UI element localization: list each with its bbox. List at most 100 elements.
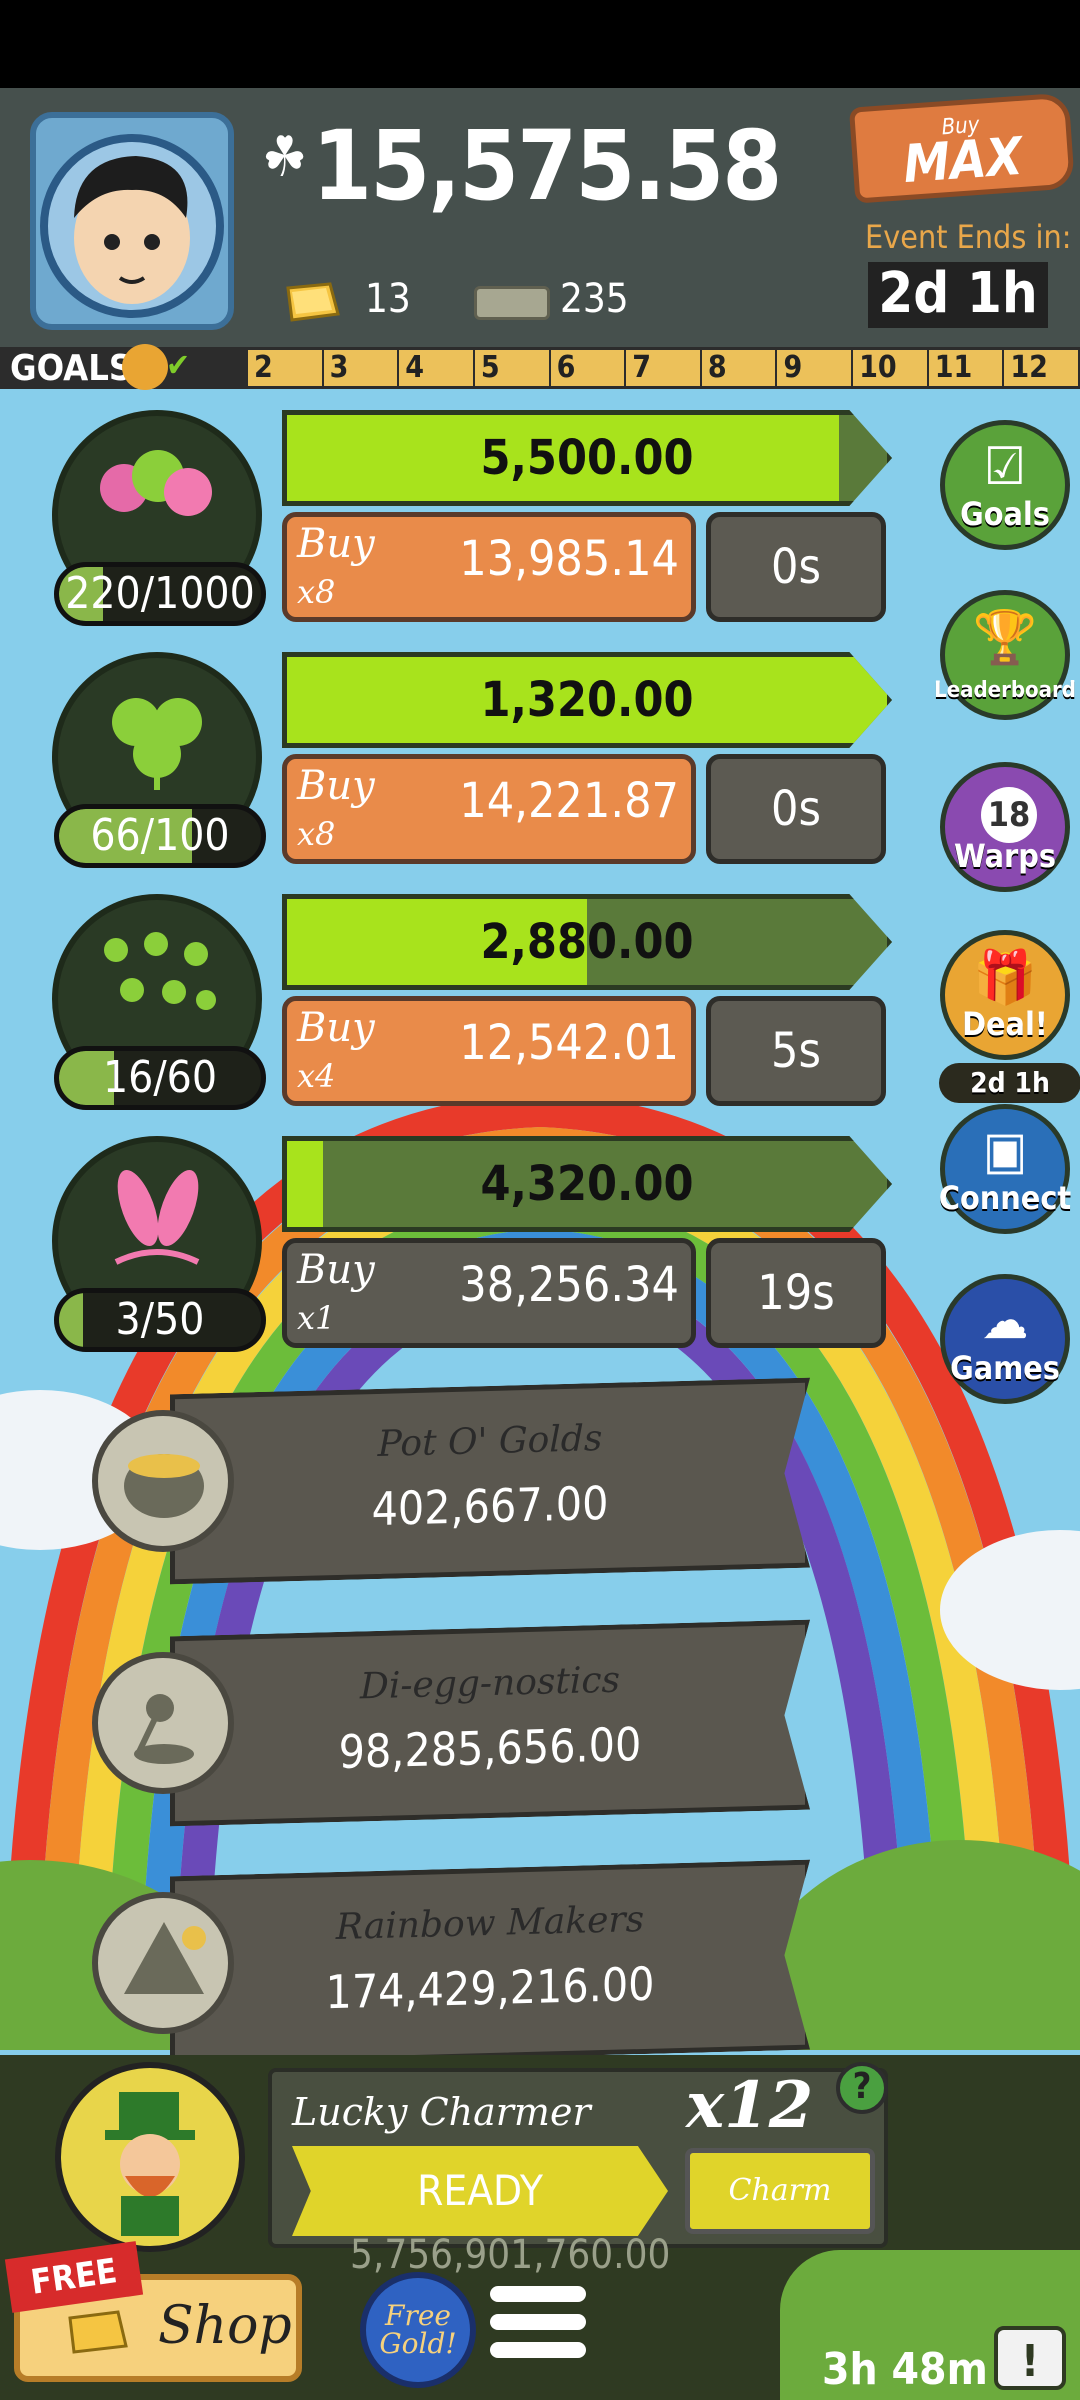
business-progress-bar[interactable]: 4,320.00 [282,1136,892,1232]
side-button-deal[interactable]: 🎁 2d 1h Deal! [939,930,1080,1103]
charm-button[interactable]: Charm [685,2148,875,2234]
tv-icon[interactable]: ! [994,2326,1066,2390]
player-avatar[interactable] [30,112,234,330]
manager-avatar [92,1892,234,2034]
business-revenue: 2,880.00 [480,914,694,970]
goals-check-icon: ✔ [166,346,191,384]
clover-icon [112,698,202,790]
buy-label: Buy [297,763,375,809]
manager-portrait-icon [124,1454,204,1518]
charmer-multiplier: x12 [686,2068,814,2143]
manager-avatar [92,1652,234,1794]
side-button-games[interactable]: ☁ Games [940,1274,1070,1404]
leprechaun-icon [105,2092,195,2236]
manager-card[interactable]: Rainbow Makers 174,429,216.00 [170,1860,810,2067]
manager-price: 98,285,656.00 [338,1717,642,1779]
manager-name: Pot O' Golds [377,1418,603,1465]
side-button-label: Connect [938,1179,1072,1217]
buy-price: 38,256.34 [459,1257,679,1313]
business-timer: 0s [706,754,886,864]
gold-bar-icon [286,282,340,322]
goals-tick: 7 [626,350,702,386]
goals-tick: 11 [929,350,1005,386]
manager-name: Rainbow Makers [335,1898,645,1949]
goals-tick: 12 [1004,350,1080,386]
status-bar [0,0,1080,88]
clovers-icon [104,932,216,1010]
warps-count-badge: 18 [981,787,1037,843]
business-count-text: 220/1000 [65,568,255,619]
buy-multiplier: x8 [297,573,336,611]
business-count-text: 16/60 [102,1052,218,1103]
astronaut-portrait-icon [40,134,224,318]
shop-gold-icon [68,2310,128,2354]
manager-price: 174,429,216.00 [325,1956,655,2020]
eggs-icon [100,450,212,516]
buy-price: 12,542.01 [459,1015,679,1071]
charmer-name: Lucky Charmer [292,2090,591,2134]
ticket-count: 235 [560,276,629,322]
buy-price: 14,221.87 [459,773,679,829]
clover-currency-icon: ☘ [262,125,308,190]
buy-multiplier: x1 [297,1299,336,1337]
business-count-text: 66/100 [90,810,230,861]
buy-label: Buy [297,1247,375,1293]
gift-icon: 🎁 [972,948,1038,1008]
cards-icon: ▣ [982,1121,1028,1181]
side-button-leaderboard[interactable]: 🏆 Leaderboard [934,590,1076,720]
menu-button[interactable] [490,2286,586,2376]
buy-max-big-label: MAX [901,126,1025,195]
goals-label: GOALS [10,348,133,389]
bunny-ears-icon [114,1170,200,1265]
manager-card[interactable]: Di-egg-nostics 98,285,656.00 [170,1620,810,1827]
business-revenue: 5,500.00 [480,430,694,486]
leprechaun-avatar[interactable] [55,2062,245,2252]
event-timer: 2d 1h [868,262,1048,328]
side-button-label: Deal! [962,1005,1048,1043]
trophy-icon: 🏆 [972,608,1038,668]
manager-portrait-icon [124,1922,206,1994]
business-count: 16/60 [54,1046,266,1110]
business-count: 66/100 [54,804,266,868]
buy-price: 13,985.14 [459,531,679,587]
buy-button[interactable]: Buy x8 13,985.14 [282,512,696,622]
shop-label: Shop [158,2296,292,2356]
buy-button[interactable]: Buy x8 14,221.87 [282,754,696,864]
business-progress-bar[interactable]: 5,500.00 [282,410,892,506]
business-timer: 0s [706,512,886,622]
business-progress-bar[interactable]: 1,320.00 [282,652,892,748]
checklist-icon: ☑ [984,437,1026,497]
side-button-warps[interactable]: 18 Warps [940,762,1070,892]
manager-card[interactable]: Pot O' Golds 402,667.00 [170,1378,810,1585]
side-button-connect[interactable]: ▣ Connect [938,1104,1072,1234]
business-count: 3/50 [54,1288,266,1352]
side-button-goals[interactable]: ☑ Goals [940,420,1070,550]
manager-name: Di-egg-nostics [359,1659,621,1708]
buy-button[interactable]: Buy x1 38,256.34 [282,1238,696,1348]
cash-total: 15,575.58 [312,110,782,222]
goals-tick: 9 [777,350,854,386]
buy-max-button[interactable]: Buy MAX [848,92,1076,204]
menu-line [490,2342,586,2358]
goals-tick: 6 [551,350,627,386]
goals-tick: 4 [399,350,475,386]
side-button-label: Games [950,1349,1060,1387]
buy-button[interactable]: Buy x4 12,542.01 [282,996,696,1106]
side-button-label: Goals [960,495,1050,533]
menu-line [490,2314,586,2330]
free-gold-button[interactable]: Free Gold! [360,2272,476,2388]
business-timer: 5s [706,996,886,1106]
side-button-label: Leaderboard [934,678,1076,703]
ghost-icon: ☁ [981,1291,1029,1351]
ticket-icon [474,286,550,320]
help-icon[interactable]: ? [836,2062,888,2114]
deal-timer: 2d 1h [939,1063,1080,1103]
goals-ruler: 2 3 4 5 6 7 8 9 10 11 12 [248,350,1080,386]
goals-tick: 8 [702,350,778,386]
business-progress-bar[interactable]: 2,880.00 [282,894,892,990]
manager-portrait-icon [134,1694,194,1764]
goals-tick: 2 [248,350,324,386]
count-fill [59,1293,84,1347]
goals-tick: 10 [853,350,929,386]
business-count: 220/1000 [54,562,266,626]
